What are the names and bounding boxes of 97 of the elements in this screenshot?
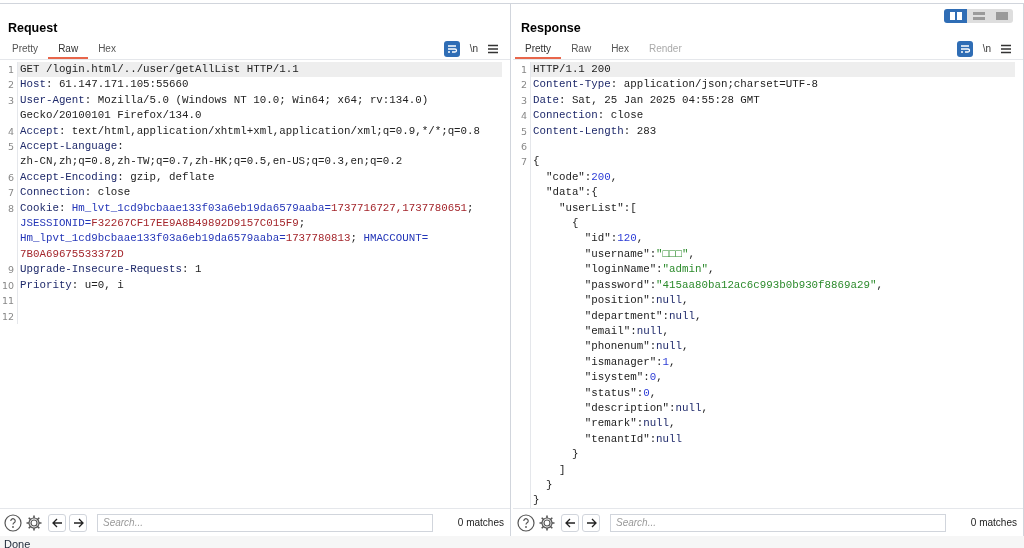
- newline-toggle[interactable]: \n: [982, 41, 991, 56]
- help-icon[interactable]: [517, 513, 535, 532]
- line-number: 4: [7, 125, 14, 137]
- code-line: Content-Length: 283: [533, 124, 657, 137]
- code-line: "remark":null,: [583, 417, 676, 430]
- right-arrow-icon: [585, 517, 597, 528]
- view-tab[interactable]: Pretty: [515, 40, 562, 59]
- line-number: 3: [520, 94, 527, 106]
- code-line: Hm_lpvt_1cd9bcbaae133f03a6eb19da6579aaba=1737780813; HMACCOUNT=: [20, 232, 429, 245]
- code-line: "email":null,: [583, 324, 670, 337]
- side-by-side-layout-icon: [949, 12, 962, 20]
- code-line: Cookie: Hm_lvt_1cd9bcbaae133f03a6eb19da6579aaba=1737716727,1737780651;: [20, 201, 474, 214]
- line-number: 6: [7, 171, 14, 183]
- code-line: User-Agent: Mozilla/5.0 (Windows NT 10.0; Win64; x64; rv:134.0): [20, 93, 429, 106]
- code-line: Content-Type: application/json;charset=UTF-8: [533, 78, 819, 91]
- code-line: "ismanager":1,: [583, 355, 676, 368]
- code-line: "id":120,: [583, 232, 644, 245]
- code-line: GET /login.html/../user/getAllList HTTP/1.1: [20, 63, 299, 75]
- code-line: "position":null,: [583, 294, 689, 307]
- code-line: Host: 61.147.171.105:55660: [20, 78, 189, 91]
- line-number: 5: [520, 125, 527, 137]
- code-line: "code":200,: [544, 170, 618, 183]
- code-line: "isystem":0,: [583, 371, 663, 384]
- code-line: Date: Sat, 25 Jan 2025 04:55:28 GMT: [533, 93, 760, 106]
- code-line: Connection: close: [533, 109, 644, 122]
- line-number: 2: [520, 79, 527, 91]
- search-field[interactable]: Search...: [610, 513, 946, 532]
- line-number: 3: [7, 94, 14, 106]
- line-number: 1: [520, 64, 527, 75]
- status-text: Done: [4, 538, 31, 548]
- newline-toggle[interactable]: \n: [469, 41, 478, 56]
- line-number: 1: [7, 64, 14, 75]
- code-line: ]: [557, 463, 566, 476]
- previous-button[interactable]: [561, 513, 579, 532]
- line-number: 4: [520, 110, 527, 122]
- code-line: }: [533, 494, 540, 507]
- code-line: Gecko/20100101 Firefox/134.0: [20, 109, 202, 122]
- code-line: "username":"□□□",: [583, 247, 695, 260]
- code-line: Accept-Encoding: gzip, deflate: [20, 170, 215, 183]
- code-line: Accept-Language:: [20, 140, 124, 153]
- view-tab[interactable]: Raw: [48, 40, 89, 59]
- code-line: "department":null,: [583, 309, 702, 322]
- next-button[interactable]: [69, 513, 87, 532]
- code-line: "password":"415aa80ba12ac6c993b0b930f8869a29",: [583, 278, 883, 291]
- panel-title: Response: [521, 20, 581, 38]
- code-line: Connection: close: [20, 186, 131, 199]
- code-line: "description":null,: [583, 401, 708, 414]
- code-line: Accept: text/html,application/xhtml+xml,application/xml;q=0.9,*/*;q=0.8: [20, 124, 481, 137]
- line-number: 6: [520, 141, 527, 153]
- left-arrow-icon: [564, 517, 576, 528]
- view-tab[interactable]: Pretty: [2, 40, 49, 59]
- menu-icon[interactable]: [488, 43, 498, 54]
- wrap-lines-icon[interactable]: [956, 40, 973, 57]
- single-pane-layout-icon: [995, 12, 1008, 20]
- code-line: "userList":[: [557, 201, 637, 214]
- view-tab[interactable]: Hex: [601, 40, 639, 59]
- panel-title: Request: [8, 20, 58, 38]
- code-line: Upgrade-Insecure-Requests: 1: [20, 263, 202, 276]
- line-number: 7: [7, 187, 14, 199]
- match-count: 0 matches: [970, 516, 1018, 530]
- code-line: 7B0A69675533372D: [20, 247, 124, 260]
- line-number: 2: [7, 79, 14, 91]
- code-line: {: [533, 155, 540, 168]
- code-line: "data":{: [544, 186, 598, 199]
- previous-button[interactable]: [48, 513, 66, 532]
- code-line: "status":0,: [583, 386, 657, 399]
- right-arrow-icon: [72, 517, 84, 528]
- code-line: JSESSIONID=F32267CF17EE9A8B49892D9157C015F9;: [20, 217, 306, 230]
- code-line: {: [570, 217, 579, 230]
- settings-icon[interactable]: [538, 513, 556, 532]
- match-count: 0 matches: [457, 516, 505, 530]
- line-number: 9: [7, 264, 14, 276]
- code-line: "phonenum":null,: [583, 340, 689, 353]
- next-button[interactable]: [582, 513, 600, 532]
- view-tab[interactable]: Raw: [561, 40, 602, 59]
- layout-button[interactable]: [944, 9, 967, 23]
- line-number: 5: [7, 141, 14, 153]
- line-number: 11: [1, 295, 14, 307]
- left-arrow-icon: [51, 517, 63, 528]
- code-line: "tenantId":null: [583, 432, 683, 445]
- wrap-lines-icon[interactable]: [443, 40, 460, 57]
- code-line: HTTP/1.1 200: [533, 63, 611, 75]
- settings-icon[interactable]: [25, 513, 43, 532]
- help-icon[interactable]: [4, 513, 22, 532]
- code-line: }: [570, 448, 579, 461]
- line-number: 7: [520, 156, 527, 168]
- code-line: }: [544, 478, 553, 491]
- line-number: 12: [1, 310, 14, 322]
- line-number: 10: [1, 279, 14, 291]
- stacked-layout-icon: [972, 12, 985, 20]
- line-number: 8: [7, 202, 14, 214]
- view-tab[interactable]: Hex: [88, 40, 126, 59]
- menu-icon[interactable]: [1001, 43, 1011, 54]
- code-line: "loginName":"admin",: [583, 263, 715, 276]
- code-line: zh-CN,zh;q=0.8,zh-TW;q=0.7,zh-HK;q=0.5,en-US;q=0.3,en;q=0.2: [20, 155, 403, 168]
- search-field[interactable]: Search...: [97, 513, 433, 532]
- code-line: Priority: u=0, i: [20, 278, 124, 291]
